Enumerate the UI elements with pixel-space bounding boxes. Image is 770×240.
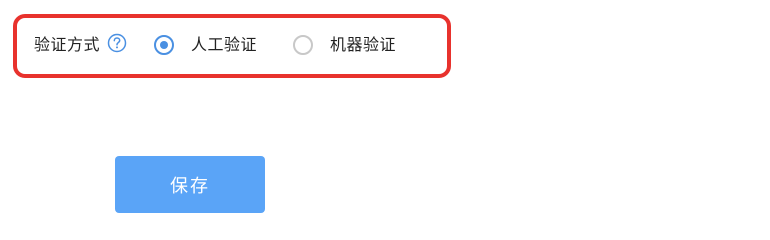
- radio-machine-label: 机器验证: [330, 35, 397, 54]
- radio-option-manual[interactable]: 人工验证: [154, 33, 257, 57]
- question-circle-icon[interactable]: [107, 33, 127, 53]
- verification-method-label: 验证方式: [34, 35, 101, 54]
- verification-method-radio-group: 人工验证 机器验证: [154, 33, 396, 57]
- radio-machine-unchecked[interactable]: [293, 35, 314, 55]
- radio-manual-label: 人工验证: [191, 35, 258, 54]
- radio-option-machine[interactable]: 机器验证: [293, 33, 396, 57]
- radio-manual-checked[interactable]: [154, 35, 174, 55]
- save-button[interactable]: 保存: [115, 156, 265, 213]
- settings-page: 验证方式 人工验证 机器验证 保存: [0, 0, 770, 234]
